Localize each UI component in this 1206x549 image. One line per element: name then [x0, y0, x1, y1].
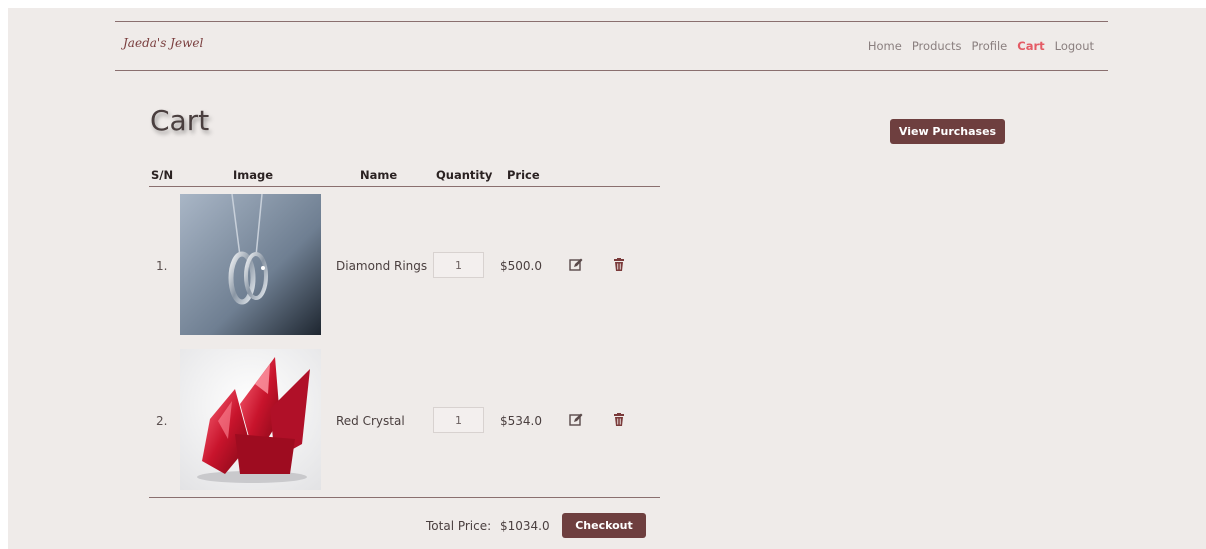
nav-links: Home Products Profile Cart Logout [868, 39, 1094, 53]
nav-products[interactable]: Products [912, 39, 962, 53]
product-image-diamond-rings[interactable] [180, 194, 321, 335]
row-sn: 2. [156, 414, 168, 428]
trash-icon[interactable] [612, 413, 626, 427]
page-title: Cart [150, 104, 210, 137]
quantity-input[interactable]: 1 [433, 252, 484, 278]
edit-icon[interactable] [569, 413, 583, 427]
brand-logo[interactable]: Jaeda's Jewel [123, 36, 203, 50]
header-divider [149, 186, 660, 187]
page-background: Jaeda's Jewel Home Products Profile Cart… [8, 8, 1206, 549]
product-price: $534.0 [500, 414, 542, 428]
trash-icon[interactable] [612, 258, 626, 272]
nav-logout[interactable]: Logout [1055, 39, 1094, 53]
quantity-input[interactable]: 1 [433, 407, 484, 433]
product-name[interactable]: Diamond Rings [336, 259, 427, 273]
view-purchases-button[interactable]: View Purchases [890, 119, 1005, 144]
header-image: Image [233, 168, 274, 182]
red-crystal-image [180, 349, 321, 490]
product-image-red-crystal[interactable] [180, 349, 321, 490]
nav-home[interactable]: Home [868, 39, 902, 53]
nav-profile[interactable]: Profile [971, 39, 1007, 53]
header-name: Name [360, 168, 398, 182]
edit-icon[interactable] [569, 258, 583, 272]
checkout-button[interactable]: Checkout [562, 513, 646, 538]
product-price: $500.0 [500, 259, 542, 273]
row-sn: 1. [156, 259, 168, 273]
header-sn: S/N [151, 168, 174, 182]
table-footer-divider [149, 497, 660, 498]
product-name[interactable]: Red Crystal [336, 414, 405, 428]
navbar: Jaeda's Jewel Home Products Profile Cart… [115, 21, 1108, 71]
total-price-value: $1034.0 [500, 519, 550, 533]
header-quantity: Quantity [436, 168, 493, 182]
nav-cart[interactable]: Cart [1017, 39, 1044, 53]
header-price: Price [507, 168, 540, 182]
silver-ring-necklace-image [180, 194, 321, 335]
total-price-label: Total Price: [426, 519, 492, 533]
